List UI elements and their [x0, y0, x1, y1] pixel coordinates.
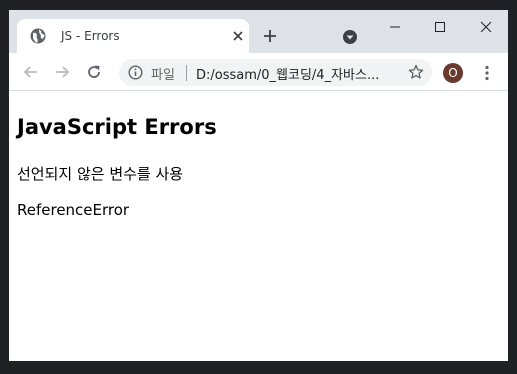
active-tab[interactable]: JS - Errors — [17, 19, 249, 53]
tab-strip: JS - Errors — [9, 10, 508, 53]
tab-title: JS - Errors — [61, 29, 120, 43]
browser-window: JS - Errors 파일 D:/ossam/0_웹코딩/4_자바스... O… — [9, 10, 508, 361]
tab-search-icon[interactable] — [342, 29, 358, 45]
new-tab-icon[interactable] — [263, 29, 277, 43]
maximize-icon[interactable] — [432, 19, 448, 35]
tab-close-icon[interactable] — [232, 30, 244, 42]
minimize-icon[interactable] — [387, 19, 403, 35]
page-content: JavaScript Errors 선언되지 않은 변수를 사용 Referen… — [9, 91, 508, 361]
globe-icon — [30, 28, 46, 44]
back-icon[interactable] — [22, 63, 40, 81]
reload-icon[interactable] — [85, 63, 103, 81]
site-info-label[interactable]: 파일 — [151, 64, 175, 83]
page-heading: JavaScript Errors — [17, 115, 217, 139]
address-bar[interactable]: 파일 D:/ossam/0_웹코딩/4_자바스... — [119, 59, 432, 86]
info-icon[interactable] — [128, 65, 143, 80]
error-output-text: ReferenceError — [17, 201, 130, 219]
window-close-icon[interactable] — [478, 19, 494, 35]
omnibox-separator — [186, 65, 187, 81]
menu-icon[interactable] — [478, 64, 496, 82]
description-text: 선언되지 않은 변수를 사용 — [17, 165, 184, 183]
url-text[interactable]: D:/ossam/0_웹코딩/4_자바스... — [196, 64, 379, 83]
bookmark-star-icon[interactable] — [408, 64, 424, 80]
profile-avatar[interactable]: O — [443, 63, 463, 83]
toolbar: 파일 D:/ossam/0_웹코딩/4_자바스... O — [9, 53, 508, 90]
forward-icon[interactable] — [53, 63, 71, 81]
